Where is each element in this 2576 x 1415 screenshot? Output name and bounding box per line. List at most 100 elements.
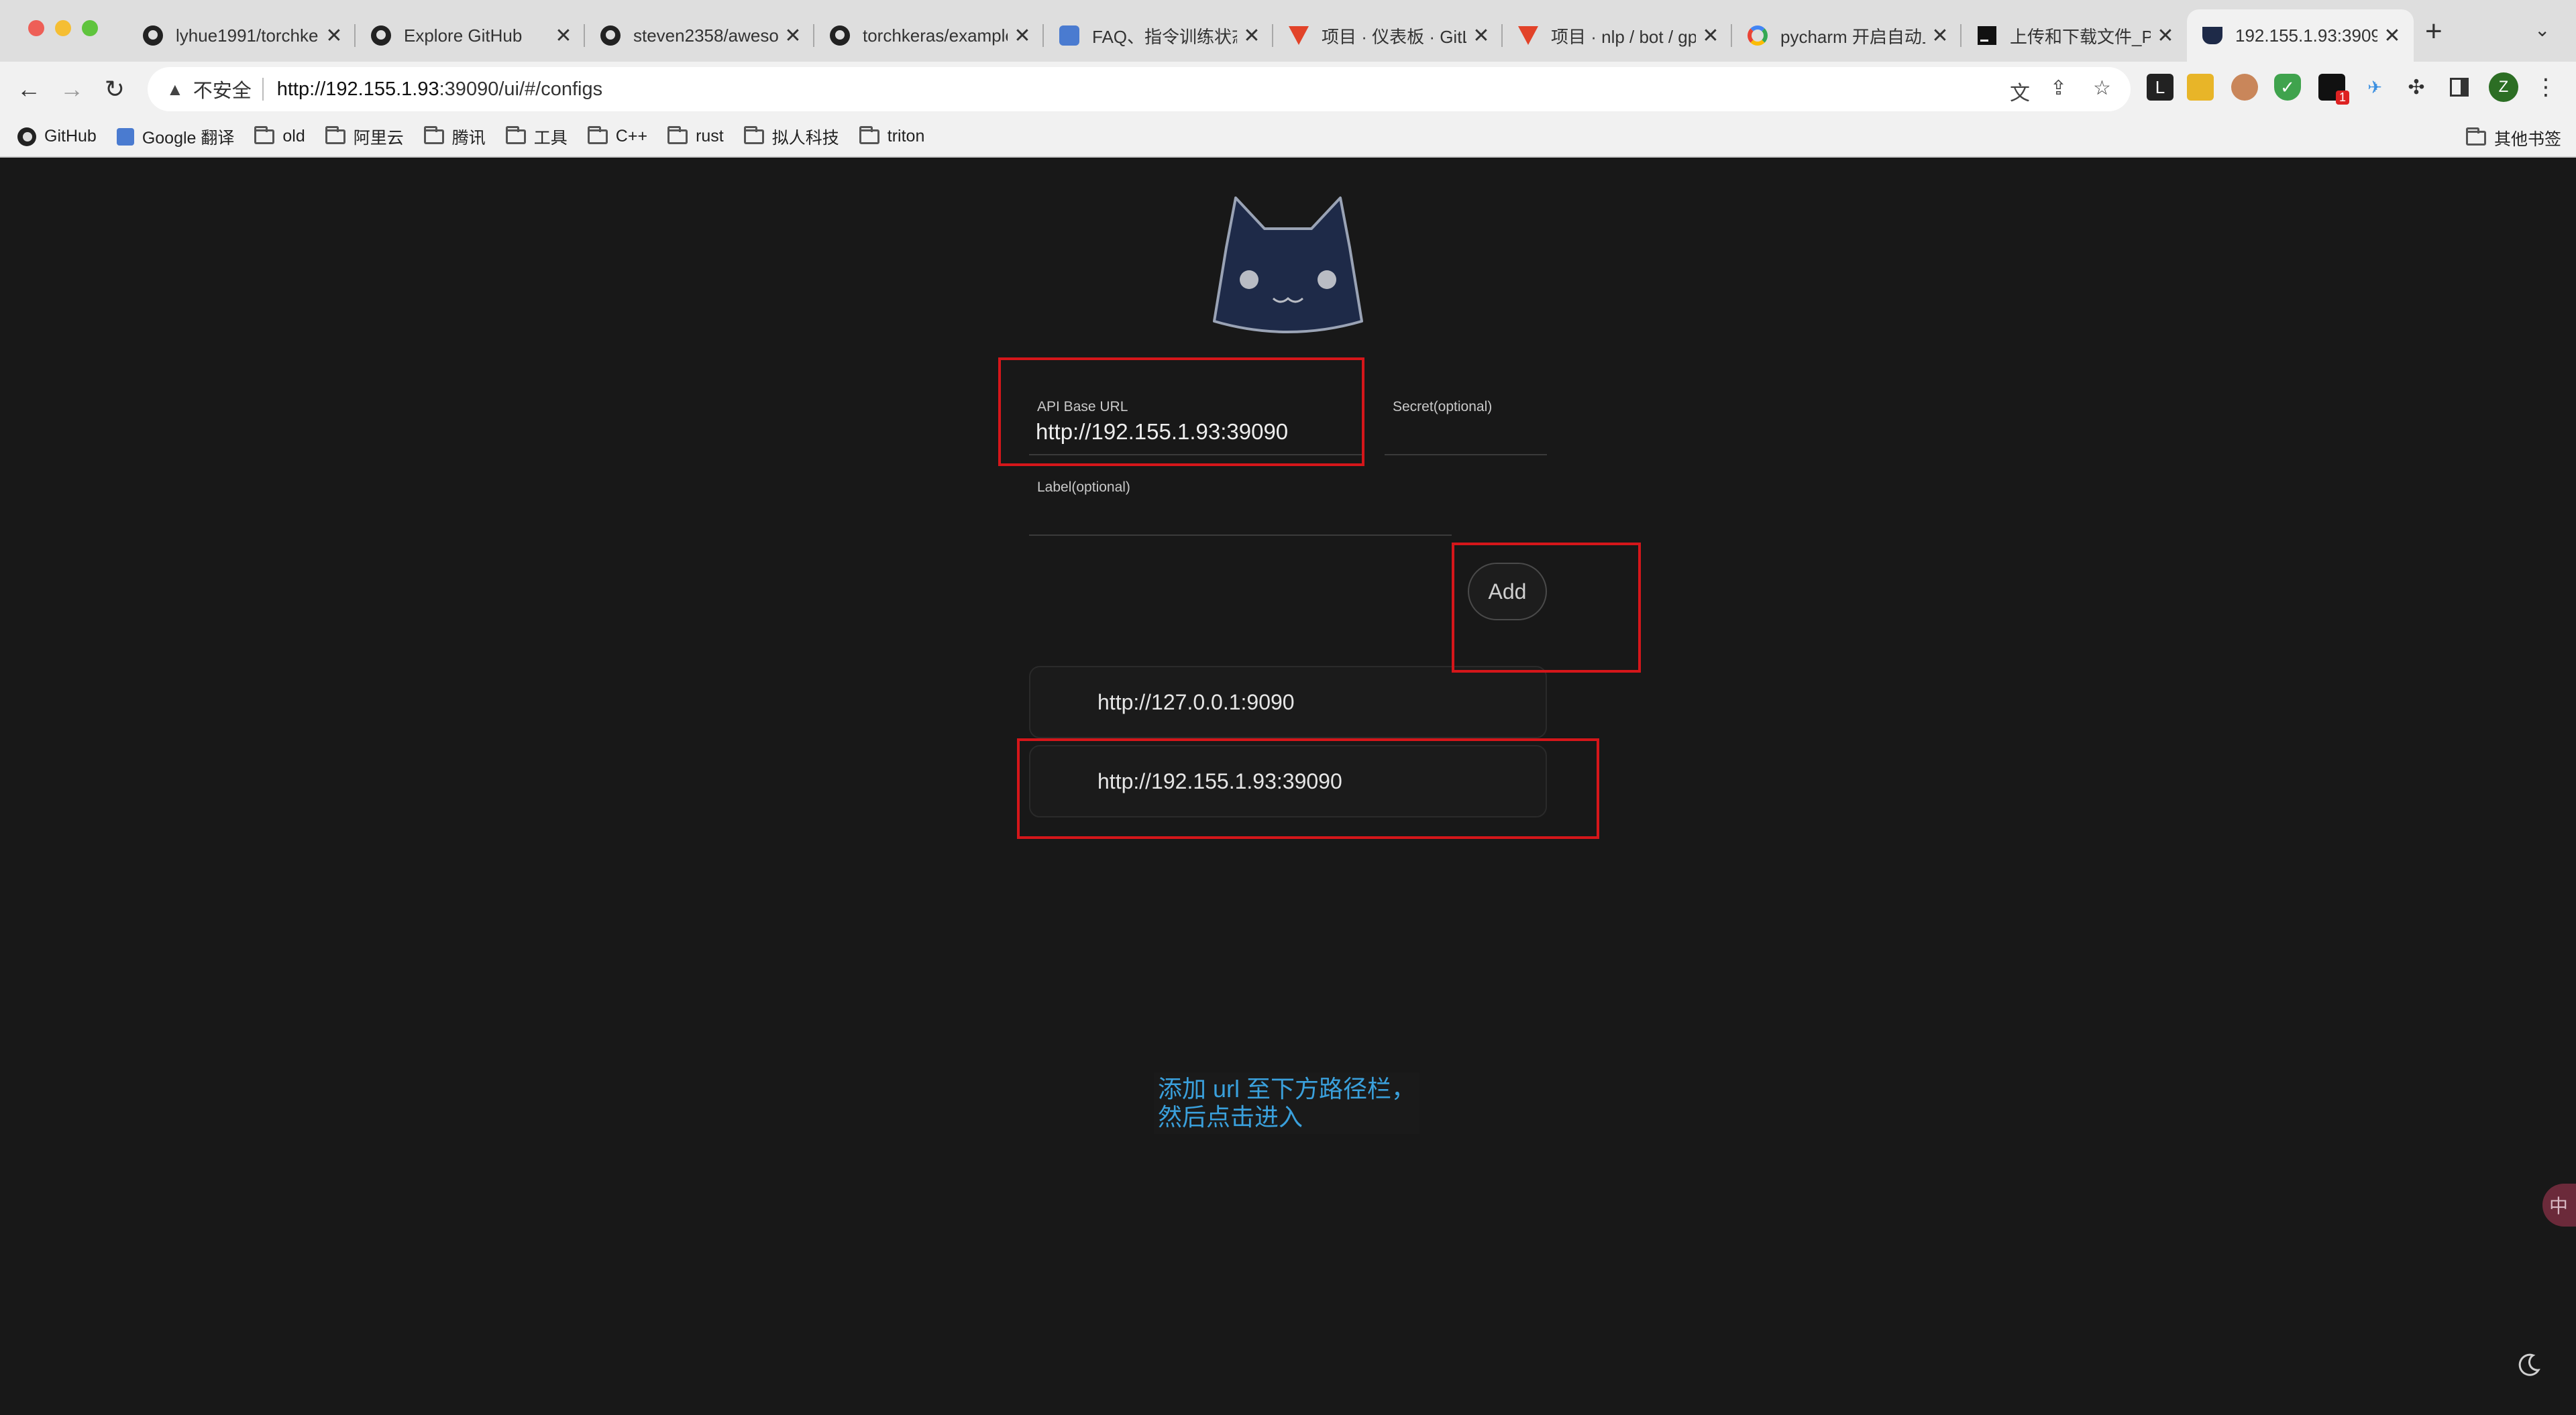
profile-avatar[interactable]: Z — [2489, 72, 2518, 102]
browser-tab-active[interactable]: 192.155.1.93:39090 ✕ — [2187, 9, 2414, 62]
back-arrow-icon[interactable]: ← — [11, 71, 47, 107]
label-field[interactable]: Label(optional) — [1029, 479, 1452, 536]
close-tab-icon[interactable]: ✕ — [325, 24, 343, 48]
bookmark-folder[interactable]: 工具 — [505, 125, 568, 149]
tab-title: 192.155.1.93:39090 — [2235, 25, 2377, 46]
backend-item[interactable]: http://127.0.0.1:9090 — [1029, 666, 1547, 738]
browser-tab[interactable]: torchkeras/examples ✕ — [814, 9, 1044, 62]
bookmarks-bar: GitHub Google 翻译 old 阿里云 腾讯 工具 C++ rust — [0, 117, 2576, 158]
url-host: http://192.155.1.93 — [276, 78, 439, 100]
close-tab-icon[interactable]: ✕ — [784, 24, 802, 48]
close-tab-icon[interactable]: ✕ — [1013, 24, 1032, 48]
bookmark-item[interactable]: GitHub — [17, 127, 97, 146]
bookmark-folder[interactable]: old — [254, 125, 305, 146]
browser-tab[interactable]: steven2358/awesome ✕ — [585, 9, 814, 62]
address-bar[interactable]: ▲ 不安全 http://192.155.1.93:39090/ui/#/con… — [148, 67, 2131, 111]
share-icon[interactable]: ⇪ — [2050, 76, 2067, 100]
extension-badge-count: 1 — [2335, 91, 2349, 105]
extension-shield-icon[interactable]: ✓ — [2274, 74, 2301, 101]
tab-title: lyhue1991/torchkeras — [176, 25, 319, 46]
bookmark-folder[interactable]: 拟人科技 — [743, 125, 839, 149]
maximize-window-button[interactable] — [82, 20, 98, 36]
annotation-box — [1017, 738, 1599, 839]
github-icon — [600, 25, 621, 46]
extension-l-icon[interactable]: L — [2147, 74, 2174, 101]
bookmark-label: rust — [696, 127, 724, 146]
browser-tab[interactable]: FAQ、指令训练状态 ✕ — [1044, 9, 1273, 62]
folder-icon — [587, 125, 608, 144]
other-bookmarks-label: 其他书签 — [2493, 130, 2561, 149]
extension-wing-icon[interactable]: ✈ — [2361, 74, 2388, 101]
secret-field[interactable]: Secret(optional) — [1385, 399, 1547, 455]
note-line-1: 添加 url 至下方路径栏， — [1158, 1075, 1416, 1102]
tab-title: pycharm 开启自动上传 — [1780, 26, 1925, 47]
close-window-button[interactable] — [28, 20, 44, 36]
tab-title: 项目 · nlp / bot / gpt — [1551, 26, 1696, 47]
forward-arrow-icon[interactable]: → — [54, 71, 90, 107]
url-text[interactable]: http://192.155.1.93:39090/ui/#/configs — [277, 78, 602, 101]
doc-icon — [1059, 25, 1080, 46]
browser-tab[interactable]: Explore GitHub ✕ — [356, 9, 585, 62]
bookmark-label: old — [282, 127, 305, 146]
close-tab-icon[interactable]: ✕ — [1242, 24, 1261, 48]
cat-logo-icon — [1213, 196, 1363, 333]
github-icon — [370, 25, 392, 46]
warning-icon: ▲ — [166, 78, 184, 99]
translate-icon[interactable]: 文 — [2010, 76, 2030, 106]
bookmark-label: 阿里云 — [353, 128, 404, 148]
browser-tab[interactable]: 上传和下载文件_PyCharm ✕ — [1962, 9, 2187, 62]
close-tab-icon[interactable]: ✕ — [2383, 24, 2402, 48]
close-tab-icon[interactable]: ✕ — [1701, 24, 1720, 48]
note-line-2: 然后点击进入 — [1158, 1103, 1303, 1131]
new-tab-button[interactable]: + — [2425, 15, 2443, 48]
close-tab-icon[interactable]: ✕ — [554, 24, 573, 48]
extension-badge-icon[interactable]: 1 — [2318, 74, 2349, 105]
folder-icon — [743, 125, 764, 144]
extension-face-icon[interactable] — [2231, 74, 2258, 101]
bookmark-folder[interactable]: triton — [859, 125, 924, 146]
secret-label: Secret(optional) — [1393, 399, 1493, 414]
folder-icon — [859, 125, 879, 144]
tab-title: FAQ、指令训练状态 — [1092, 26, 1237, 47]
folder-icon — [325, 125, 345, 144]
browser-tab[interactable]: 项目 · 仪表板 · GitLab ✕ — [1273, 9, 1503, 62]
tab-title: Explore GitHub — [404, 25, 523, 46]
more-menu-icon[interactable]: ⋮ — [2534, 74, 2557, 101]
folder-icon — [667, 125, 688, 144]
tab-title: 上传和下载文件_PyCharm — [2010, 26, 2151, 47]
minimize-window-button[interactable] — [55, 20, 71, 36]
close-tab-icon[interactable]: ✕ — [2156, 24, 2175, 48]
bookmark-folder[interactable]: 阿里云 — [325, 125, 404, 149]
close-tab-icon[interactable]: ✕ — [1472, 24, 1491, 48]
sidebar-toggle-icon[interactable] — [2446, 74, 2473, 101]
reload-icon[interactable]: ↻ — [97, 71, 133, 107]
browser-tab[interactable]: pycharm 开启自动上传 ✕ — [1732, 9, 1962, 62]
close-tab-icon[interactable]: ✕ — [1931, 24, 1949, 48]
bookmark-label: 腾讯 — [451, 128, 486, 148]
github-icon — [829, 25, 851, 46]
browser-chrome: lyhue1991/torchkeras ✕ Explore GitHub ✕ … — [0, 0, 2576, 158]
bookmark-folder[interactable]: 腾讯 — [423, 125, 486, 149]
moon-icon[interactable] — [2516, 1351, 2542, 1378]
extension-snail-icon[interactable] — [2187, 74, 2214, 101]
chevron-down-icon[interactable]: ⌄ — [2534, 19, 2550, 41]
translate-icon — [116, 127, 134, 146]
translate-float-icon[interactable]: 中 — [2542, 1184, 2576, 1227]
other-bookmarks[interactable]: 其他书签 — [2465, 126, 2561, 150]
folder-icon — [505, 125, 526, 144]
security-label: 不安全 — [193, 80, 252, 102]
puzzle-icon[interactable]: ✣ — [2403, 74, 2430, 101]
github-icon — [17, 127, 36, 146]
bookmark-folder[interactable]: C++ — [587, 125, 647, 146]
browser-tab[interactable]: 项目 · nlp / bot / gpt ✕ — [1503, 9, 1732, 62]
browser-tab[interactable]: lyhue1991/torchkeras ✕ — [127, 9, 356, 62]
bookmark-star-icon[interactable]: ☆ — [2093, 76, 2111, 100]
gitlab-icon — [1288, 25, 1309, 46]
folder-icon — [254, 125, 275, 144]
cat-icon — [2202, 25, 2223, 46]
bookmark-folder[interactable]: rust — [667, 125, 724, 146]
tab-title: torchkeras/examples — [863, 25, 1008, 46]
bookmark-item[interactable]: Google 翻译 — [116, 125, 234, 149]
folder-icon — [2465, 127, 2486, 146]
backend-url: http://127.0.0.1:9090 — [1097, 689, 1295, 714]
